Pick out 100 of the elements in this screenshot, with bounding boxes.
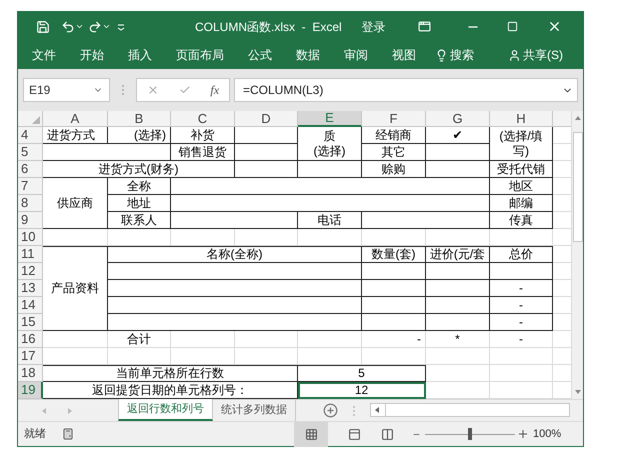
row-header[interactable]: 5	[18, 144, 43, 161]
table-cell: 补货	[171, 127, 235, 144]
table-cell	[362, 314, 426, 331]
column-header[interactable]: C	[171, 111, 235, 127]
row-header[interactable]: 18	[18, 365, 43, 382]
maximize-icon[interactable]	[506, 21, 518, 32]
search-button[interactable]: 搜索	[450, 46, 474, 64]
save-icon[interactable]	[36, 20, 50, 34]
formula-field[interactable]: =COLUMN(L3)	[234, 78, 578, 102]
row-header[interactable]: 17	[18, 348, 43, 365]
page-layout-icon[interactable]	[348, 428, 361, 440]
table-cell	[426, 229, 490, 246]
table-cell: 12	[298, 382, 426, 399]
table-cell: 进货方式(财务)	[43, 161, 235, 178]
table-cell	[43, 348, 108, 365]
table-cell: 受托代销	[490, 161, 553, 178]
row-header[interactable]: 12	[18, 263, 43, 280]
ribbon-display-icon[interactable]	[418, 20, 431, 33]
zoom-level[interactable]: 100%	[533, 426, 562, 442]
table-cell	[298, 331, 362, 348]
sign-in-button[interactable]: 登录	[362, 18, 386, 36]
table-cell: 质 (选择)	[298, 127, 362, 161]
table-cell: -	[490, 280, 553, 297]
scroll-up-icon[interactable]	[574, 116, 581, 120]
page-break-icon[interactable]	[381, 428, 394, 440]
table-cell: 当前单元格所在行数	[43, 365, 298, 382]
table-cell	[235, 229, 298, 246]
table-cell: (选择/填写)	[490, 127, 553, 161]
customize-icon[interactable]	[117, 22, 125, 30]
row-header[interactable]: 8	[18, 195, 43, 212]
row-header[interactable]: 11	[18, 246, 43, 263]
column-header[interactable]: G	[426, 111, 490, 127]
scroll-down-icon[interactable]	[574, 390, 581, 394]
redo-icon[interactable]	[88, 20, 102, 34]
row-header[interactable]: 4	[18, 127, 43, 144]
name-box[interactable]: E19	[23, 78, 110, 102]
undo-icon[interactable]	[61, 20, 75, 34]
column-header[interactable]: A	[43, 111, 108, 127]
table-cell: 其它	[362, 144, 426, 161]
table-cell	[426, 144, 490, 161]
table-cell	[426, 297, 490, 314]
table-cell	[426, 161, 490, 178]
table-cell: 传真	[490, 212, 553, 229]
zoom-slider-thumb[interactable]	[468, 428, 472, 440]
table-cell: 经销商	[362, 127, 426, 144]
ribbon-tab[interactable]: 开始	[80, 46, 104, 64]
insert-function-button[interactable]: fx	[210, 81, 220, 99]
row-header[interactable]: 19	[18, 382, 43, 399]
table-cell: 全称	[108, 178, 171, 195]
row-header[interactable]: 15	[18, 314, 43, 331]
table-cell: 销售退货	[171, 144, 235, 161]
ribbon-tab[interactable]: 公式	[248, 46, 272, 64]
ribbon-tab[interactable]: 文件	[32, 46, 56, 64]
table-cell	[362, 297, 426, 314]
share-button[interactable]: 共享(S)	[523, 46, 563, 64]
caret-icon[interactable]	[102, 22, 111, 31]
add-sheet-icon[interactable]	[323, 403, 338, 418]
table-cell: 5	[298, 365, 426, 382]
table-cell: 总价	[490, 246, 553, 263]
caret-icon[interactable]	[75, 22, 84, 31]
column-header[interactable]: D	[235, 111, 298, 127]
ribbon-tab[interactable]: 审阅	[344, 46, 368, 64]
ribbon-tab[interactable]: 数据	[296, 46, 320, 64]
table-cell	[298, 229, 362, 246]
table-cell	[490, 365, 553, 382]
table-cell	[362, 280, 426, 297]
row-header[interactable]: 6	[18, 161, 43, 178]
ribbon-tab[interactable]: 视图	[392, 46, 416, 64]
sheet-tab[interactable]: 返回行数和列号	[118, 399, 213, 421]
column-header[interactable]: E	[298, 111, 362, 127]
table-cell	[235, 127, 298, 144]
table-cell: -	[490, 314, 553, 331]
row-header[interactable]: 16	[18, 331, 43, 348]
row-header[interactable]: 9	[18, 212, 43, 229]
table-cell: 地址	[108, 195, 171, 212]
table-cell	[298, 348, 362, 365]
column-header[interactable]: F	[362, 111, 426, 127]
scrollbar-thumb[interactable]	[572, 132, 583, 242]
vertical-scrollbar[interactable]	[571, 111, 583, 399]
row-header[interactable]: 13	[18, 280, 43, 297]
row-header[interactable]: 10	[18, 229, 43, 246]
column-header[interactable]: B	[108, 111, 171, 127]
person-icon[interactable]	[508, 48, 521, 62]
horizontal-scrollbar[interactable]	[370, 403, 570, 417]
table-cell: 产品资料	[43, 246, 108, 331]
row-header[interactable]: 7	[18, 178, 43, 195]
macro-icon[interactable]	[62, 428, 74, 440]
table-cell: -	[362, 331, 426, 348]
ribbon-tab[interactable]: 插入	[128, 46, 152, 64]
table-cell	[426, 348, 490, 365]
zoom-slider[interactable]	[425, 428, 515, 440]
table-cell	[426, 280, 490, 297]
lightbulb-icon[interactable]	[435, 48, 448, 62]
column-header[interactable]: H	[490, 111, 553, 127]
ribbon-tab[interactable]: 页面布局	[176, 46, 224, 64]
scroll-left-icon[interactable]	[375, 407, 379, 413]
normal-view-icon[interactable]	[304, 428, 318, 440]
row-header[interactable]: 14	[18, 297, 43, 314]
table-cell	[43, 229, 108, 246]
zoom-in-icon[interactable]	[519, 430, 527, 438]
